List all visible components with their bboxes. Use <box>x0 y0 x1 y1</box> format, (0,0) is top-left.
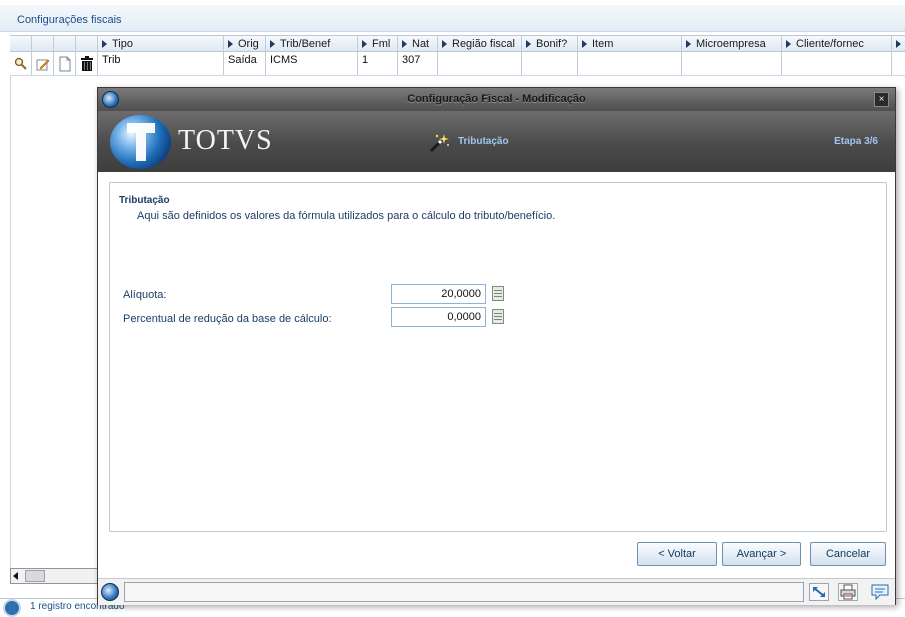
totvs-logo-icon <box>3 599 21 617</box>
header-spacer <box>54 36 76 51</box>
calculator-icon[interactable] <box>492 309 504 324</box>
brand-name: TOTVS <box>178 125 273 156</box>
column-header-orig[interactable]: Orig <box>224 36 266 51</box>
header-spacer <box>76 36 98 51</box>
step-count: Etapa 3/6 <box>834 136 878 147</box>
cell-item <box>578 52 682 75</box>
footer-message-field <box>124 582 804 602</box>
close-button[interactable]: × <box>874 92 889 107</box>
print-icon[interactable] <box>838 583 858 601</box>
cell-nat: 307 <box>398 52 438 75</box>
config-grid: Tipo Orig Trib/Benef Fml Nat Região fisc… <box>10 35 905 76</box>
modal-titlebar[interactable]: Configuração Fiscal - Modificação × <box>98 88 895 111</box>
column-header-more[interactable] <box>892 36 905 51</box>
grid-left-border <box>10 76 11 571</box>
horizontal-scrollbar[interactable] <box>10 568 100 584</box>
column-header-tipo[interactable]: Tipo <box>98 36 224 51</box>
column-header-cliente-fornec[interactable]: Cliente/fornec <box>782 36 892 51</box>
table-row[interactable]: Trib Saída ICMS 1 307 <box>10 52 905 76</box>
search-icon[interactable] <box>10 52 32 76</box>
aliquota-input[interactable] <box>391 284 486 304</box>
resize-icon[interactable] <box>809 583 829 601</box>
cell-bonif <box>522 52 578 75</box>
cell-fml: 1 <box>358 52 398 75</box>
content-panel <box>109 182 887 532</box>
cancel-button[interactable]: Cancelar <box>810 542 886 566</box>
cell-cliente-fornec <box>782 52 892 75</box>
column-header-item[interactable]: Item <box>578 36 682 51</box>
modal-footer <box>98 578 895 605</box>
cell-regiao-fiscal <box>438 52 522 75</box>
column-header-bonif[interactable]: Bonif? <box>522 36 578 51</box>
aliquota-label: Alíquota: <box>123 289 167 301</box>
header-spacer <box>10 36 32 51</box>
header-spacer <box>32 36 54 51</box>
brand-banner: TOTVS Tributação Etapa 3/6 <box>98 111 895 172</box>
next-button[interactable]: Avançar > <box>722 542 801 566</box>
scroll-thumb[interactable] <box>25 570 45 582</box>
cell-trib-benef: ICMS <box>266 52 358 75</box>
calculator-icon[interactable] <box>492 286 504 301</box>
back-button[interactable]: < Voltar <box>637 542 717 566</box>
column-header-microempresa[interactable]: Microempresa <box>682 36 782 51</box>
delete-icon[interactable] <box>76 52 98 76</box>
panel-header: Configurações fiscais <box>0 5 905 32</box>
config-modal: Configuração Fiscal - Modificação × TOTV… <box>97 87 896 605</box>
column-header-regiao-fiscal[interactable]: Região fiscal <box>438 36 522 51</box>
modal-title: Configuração Fiscal - Modificação <box>407 93 586 105</box>
reducao-base-input[interactable] <box>391 307 486 327</box>
column-header-nat[interactable]: Nat <box>398 36 438 51</box>
reducao-base-label: Percentual de redução da base de cálculo… <box>123 313 332 325</box>
cell-orig: Saída <box>224 52 266 75</box>
grid-header: Tipo Orig Trib/Benef Fml Nat Região fisc… <box>10 35 905 52</box>
scroll-left-icon[interactable] <box>13 572 18 580</box>
edit-icon[interactable] <box>32 52 54 76</box>
cell-microempresa <box>682 52 782 75</box>
copy-icon[interactable] <box>54 52 76 76</box>
column-header-trib-benef[interactable]: Trib/Benef <box>266 36 358 51</box>
totvs-logo-icon[interactable] <box>101 583 119 601</box>
section-description: Aqui são definidos os valores da fórmula… <box>137 210 556 222</box>
chat-icon[interactable] <box>870 583 890 601</box>
section-title: Tributação <box>119 195 170 206</box>
cell-tipo: Trib <box>98 52 224 75</box>
globe-logo-icon <box>110 115 171 169</box>
column-header-fml[interactable]: Fml <box>358 36 398 51</box>
panel-title: Configurações fiscais <box>17 14 122 26</box>
step-name: Tributação <box>458 136 509 147</box>
wand-icon <box>429 134 449 153</box>
